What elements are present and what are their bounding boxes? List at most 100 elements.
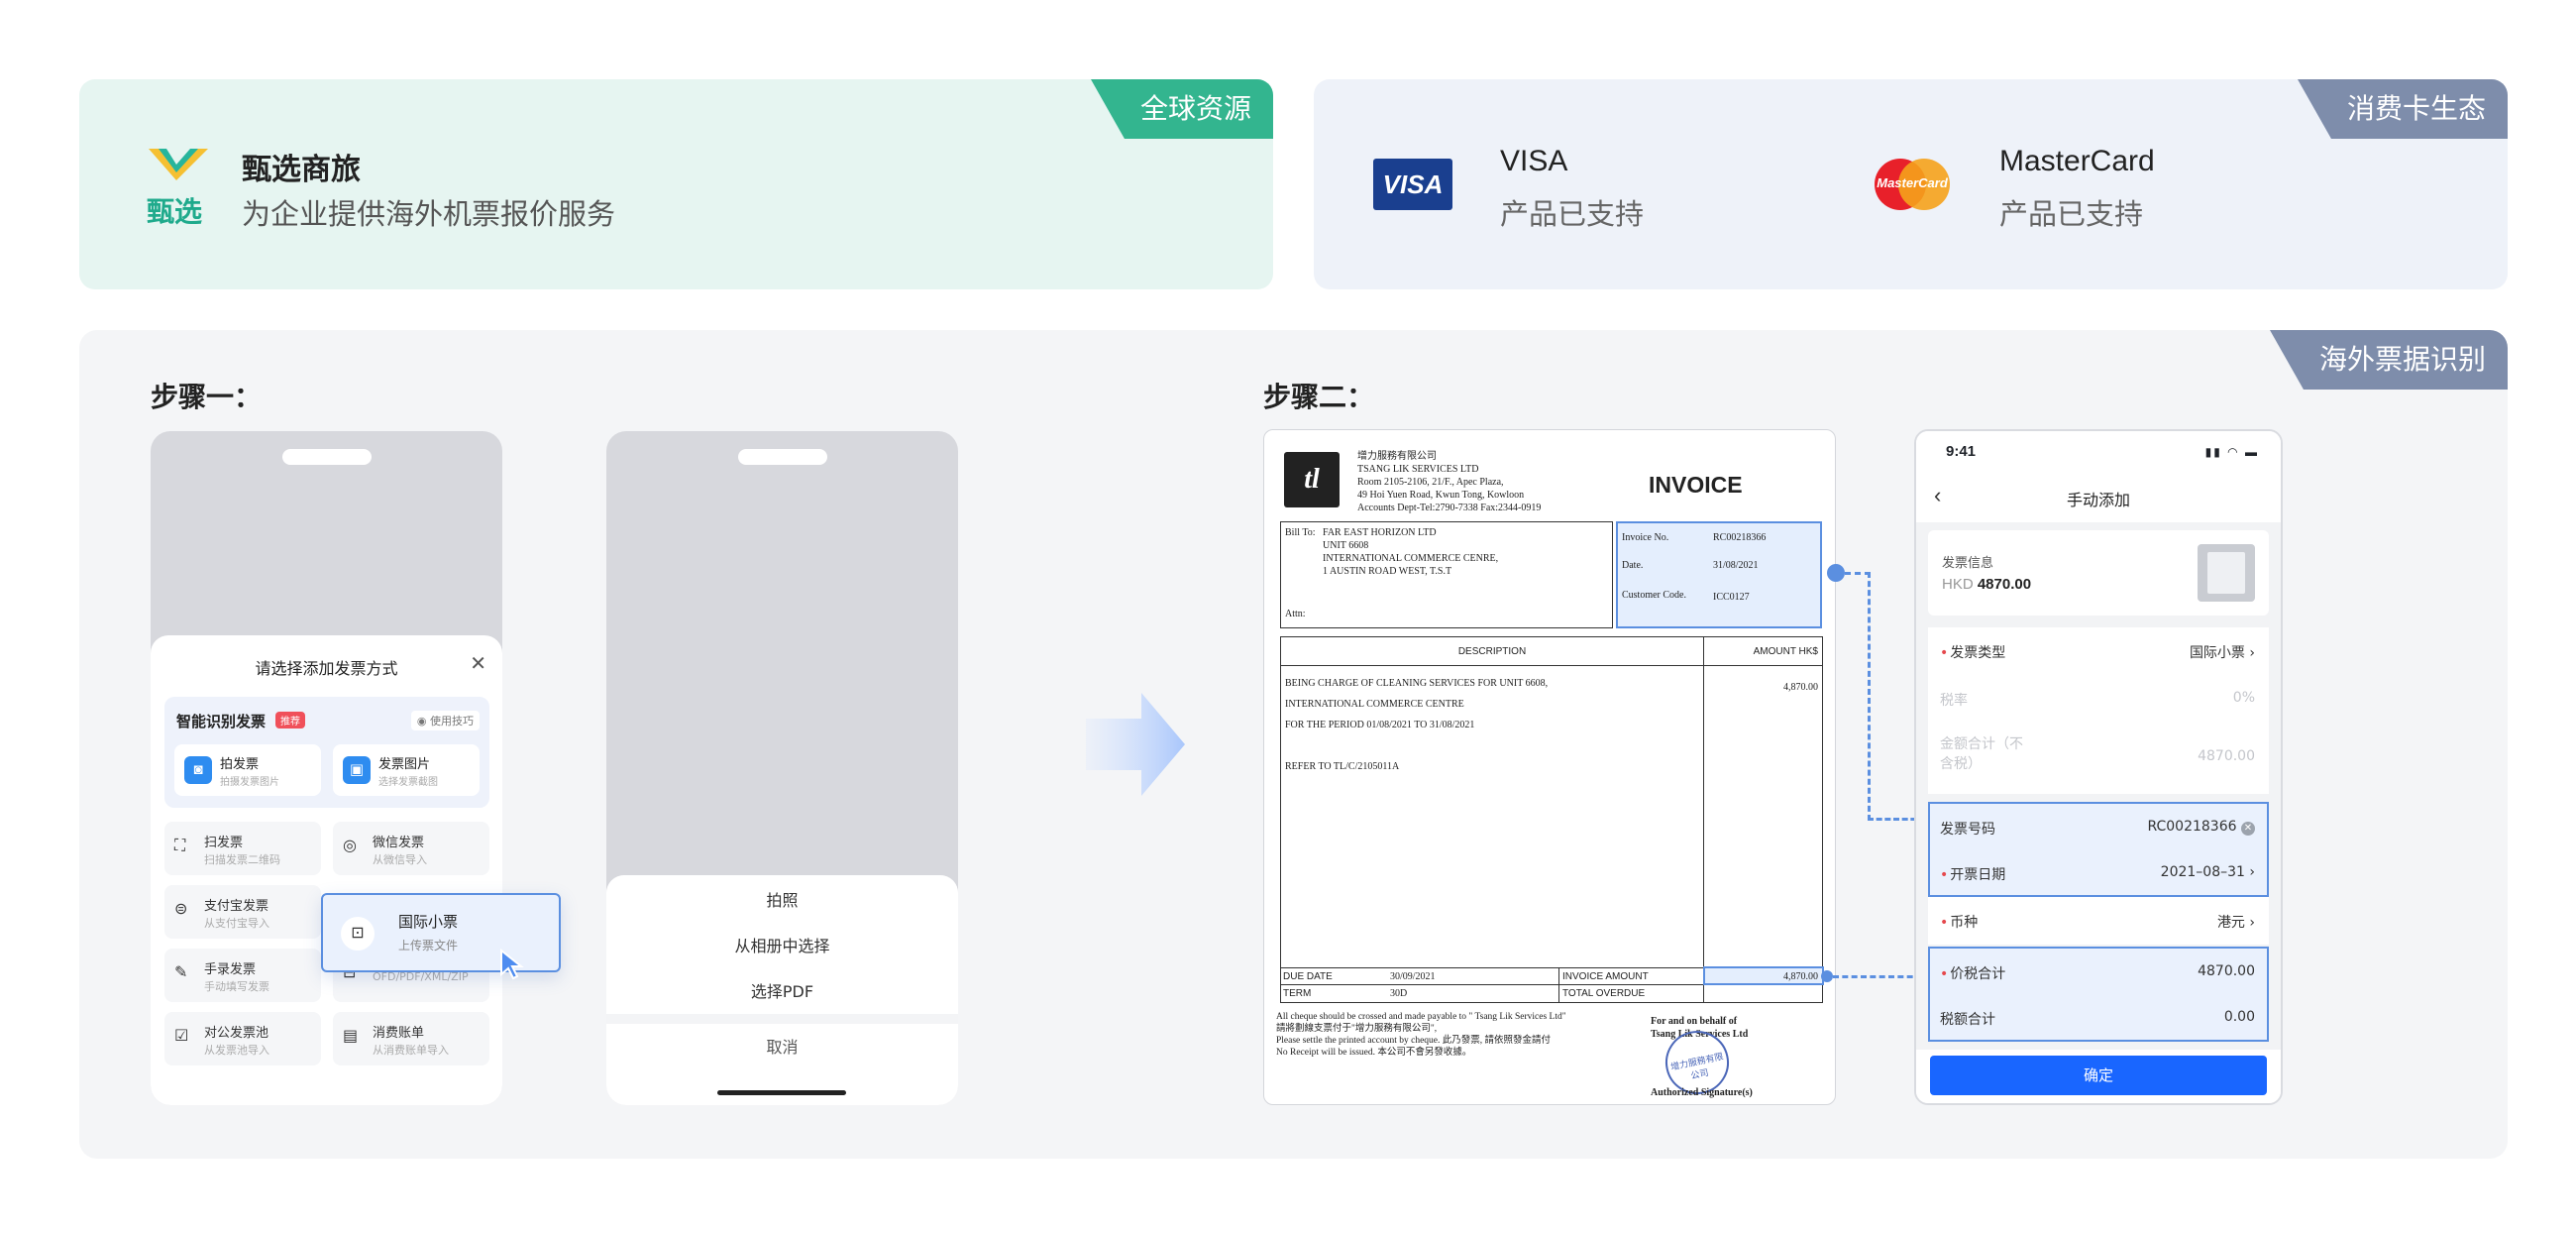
company-header: 增力服務有限公司 TSANG LIK SERVICES LTD Room 210… (1357, 450, 1541, 514)
bill-to-address: FAR EAST HORIZON LTD UNIT 6608 INTERNATI… (1323, 526, 1498, 578)
row-amount-excl-tax: 金额合计（不含税） 4870.00 (1928, 723, 2269, 794)
row-label: 税率 (1940, 693, 1968, 709)
clear-icon[interactable]: ✕ (2241, 822, 2255, 836)
row-value: 4870.00 (2198, 748, 2255, 764)
status-time: 9:41 (1946, 443, 1977, 460)
company-name-en: TSANG LIK SERVICES LTD (1357, 464, 1479, 475)
invoice-no-value: RC00218366 (1713, 532, 1767, 543)
table-column-line (1703, 637, 1704, 1002)
line-amount: 4,870.00 (1783, 682, 1818, 693)
consumption-bill-option[interactable]: ▤ 消费账单从消费账单导入 (333, 1012, 489, 1065)
arrow-right-icon (1086, 693, 1185, 796)
row-label-text: 发票类型 (1950, 645, 2006, 661)
row-label: • 价税合计 (1940, 963, 2005, 983)
phone-notch (281, 449, 372, 465)
row-value: 国际小票 › (2190, 642, 2255, 662)
phone-source-picker: 拍照 从相册中选择 选择PDF 取消 (606, 431, 958, 1105)
row-value-text: RC00218366 (2147, 819, 2237, 835)
take-photo-option[interactable]: ◙ 拍发票 拍摄发票图片 (174, 744, 321, 796)
invoice-amount-value: 4,870.00 (1783, 971, 1818, 982)
take-photo-sub: 拍摄发票图片 (220, 777, 279, 788)
required-mark: • (1940, 915, 1949, 931)
customer-code-value: ICC0127 (1713, 592, 1750, 603)
step-two-title: 步骤二： (1263, 381, 1375, 413)
international-receipt-sub: 上传票文件 (398, 939, 459, 953)
company-address-2: 49 Hoi Yuen Road, Kwun Tong, Kowloon (1357, 490, 1525, 501)
international-receipt-title: 国际小票 (398, 913, 459, 931)
option-sub: 手动填写发票 (204, 980, 269, 993)
alipay-invoice-option[interactable]: ⊜ 支付宝发票 从支付宝导入 (164, 885, 321, 939)
wechat-invoice-option[interactable]: ◎ 微信发票 从微信导入 (333, 822, 489, 875)
receipt-scan-icon: ⊡ (341, 917, 375, 951)
overseas-receipt-tag: 海外票据识别 (2269, 330, 2508, 390)
invoice-info-card: 发票信息 HKD 4870.00 (1928, 530, 2269, 616)
row-invoice-type[interactable]: • 发票类型 国际小票 › (1928, 627, 2269, 675)
invoice-image-option[interactable]: ▣ 发票图片 选择发票截图 (333, 744, 480, 796)
footer-line: 請將劃線支票付于"增力服務有限公司", (1276, 1024, 1438, 1034)
option-title: 扫发票 (204, 836, 244, 850)
option-sub: 从消费账单导入 (373, 1044, 449, 1057)
mastercard-status: 产品已支持 (1999, 197, 2144, 231)
status-icons: ▮▮ ◠ ▬ (2204, 445, 2259, 459)
authorized-signature: Authorized Signature(s) (1651, 1087, 1753, 1098)
action-choose-album[interactable]: 从相册中选择 (606, 933, 958, 956)
invoice-image-title: 发票图片 (378, 757, 431, 772)
invoice-meta-highlight: Invoice No. RC00218366 Date. 31/08/2021 … (1616, 521, 1822, 628)
action-take-photo[interactable]: 拍照 (606, 887, 958, 911)
action-choose-pdf[interactable]: 选择PDF (606, 978, 958, 1002)
row-currency[interactable]: • 币种 港元 › (1928, 897, 2269, 945)
invoice-no-label: Invoice No. (1622, 532, 1669, 543)
required-mark: • (1940, 645, 1949, 661)
smart-recognition-block: 智能识别发票 推荐 ◉ 使用技巧 ◙ 拍发票 拍摄发票图片 ▣ 发票图片 选择发… (164, 697, 489, 808)
page-title: 手动添加 (2066, 491, 2130, 509)
invoice-footer: All cheque should be crossed and made pa… (1276, 1011, 1566, 1059)
visa-logo-icon: VISA (1373, 159, 1452, 210)
phone-add-method: 请选择添加发票方式 ✕ 智能识别发票 推荐 ◉ 使用技巧 ◙ 拍发票 拍摄发票图… (151, 431, 502, 1105)
option-title: 微信发票 (373, 836, 425, 850)
currency-code: HKD (1942, 576, 1974, 593)
option-title: 消费账单 (373, 1026, 425, 1041)
bill-icon: ▤ (343, 1026, 359, 1045)
term-label: TERM (1283, 988, 1312, 999)
bill-to-line: FAR EAST HORIZON LTD (1323, 527, 1437, 538)
cancel-button[interactable]: 取消 (606, 1034, 958, 1058)
amount-value: 4870.00 (1977, 576, 2032, 593)
mastercard-logo-text: MasterCard (1877, 175, 1948, 190)
row-tax-total[interactable]: 税额合计 0.00 (1928, 994, 2269, 1042)
global-resources-tag: 全球资源 (1090, 79, 1273, 139)
row-value-text: 港元 (2216, 915, 2245, 931)
row-tax-rate: 税率 0% (1928, 675, 2269, 723)
row-invoice-date[interactable]: • 开票日期 2021–08–31 › (1928, 849, 2269, 897)
info-label: 发票信息 (1942, 556, 1994, 571)
row-label-text: 开票日期 (1950, 867, 2006, 883)
confirm-button[interactable]: 确定 (1930, 1056, 2267, 1095)
row-total-with-tax[interactable]: • 价税合计 4870.00 (1928, 949, 2269, 996)
row-invoice-number[interactable]: 发票号码 RC00218366 ✕ (1928, 804, 2269, 851)
zhenxuan-logo-icon (147, 145, 210, 184)
invoice-document: tl 增力服務有限公司 TSANG LIK SERVICES LTD Room … (1263, 429, 1836, 1105)
consumer-card-eco: 消费卡生态 VISA VISA 产品已支持 MasterCard MasterC… (1314, 79, 2508, 289)
close-icon[interactable]: ✕ (470, 651, 486, 676)
visa-name: VISA (1500, 145, 1568, 177)
invoice-image-sub: 选择发票截图 (378, 777, 438, 788)
row-label: • 币种 (1940, 912, 1978, 932)
recommend-badge: 推荐 (275, 712, 305, 729)
scan-invoice-option[interactable]: ⛶ 扫发票 扫描发票二维码 (164, 822, 321, 875)
option-sub: 从支付宝导入 (204, 917, 269, 930)
row-label: 金额合计（不含税） (1940, 736, 2023, 772)
invoice-thumbnail[interactable] (2198, 544, 2255, 602)
row-label-text: 价税合计 (1950, 966, 2006, 982)
sign-for: For and on behalf of (1651, 1016, 1738, 1027)
row-label: • 开票日期 (1940, 864, 2005, 884)
date-label: Date. (1622, 560, 1644, 571)
customer-code-label: Customer Code. (1622, 590, 1686, 601)
corporate-pool-option[interactable]: ☑ 对公发票池 从发票池导入 (164, 1012, 321, 1065)
tips-label: 使用技巧 (430, 715, 474, 728)
chevron-right-icon: › (2249, 864, 2255, 880)
camera-icon: ◙ (184, 756, 212, 784)
tips-button[interactable]: ◉ 使用技巧 (410, 711, 480, 730)
info-amount: HKD 4870.00 (1942, 576, 2031, 593)
connector-dot (1821, 970, 1833, 982)
invoice-amount-label: INVOICE AMOUNT (1562, 971, 1649, 982)
manual-invoice-option[interactable]: ✎ 手录发票 手动填写发票 (164, 949, 321, 1002)
